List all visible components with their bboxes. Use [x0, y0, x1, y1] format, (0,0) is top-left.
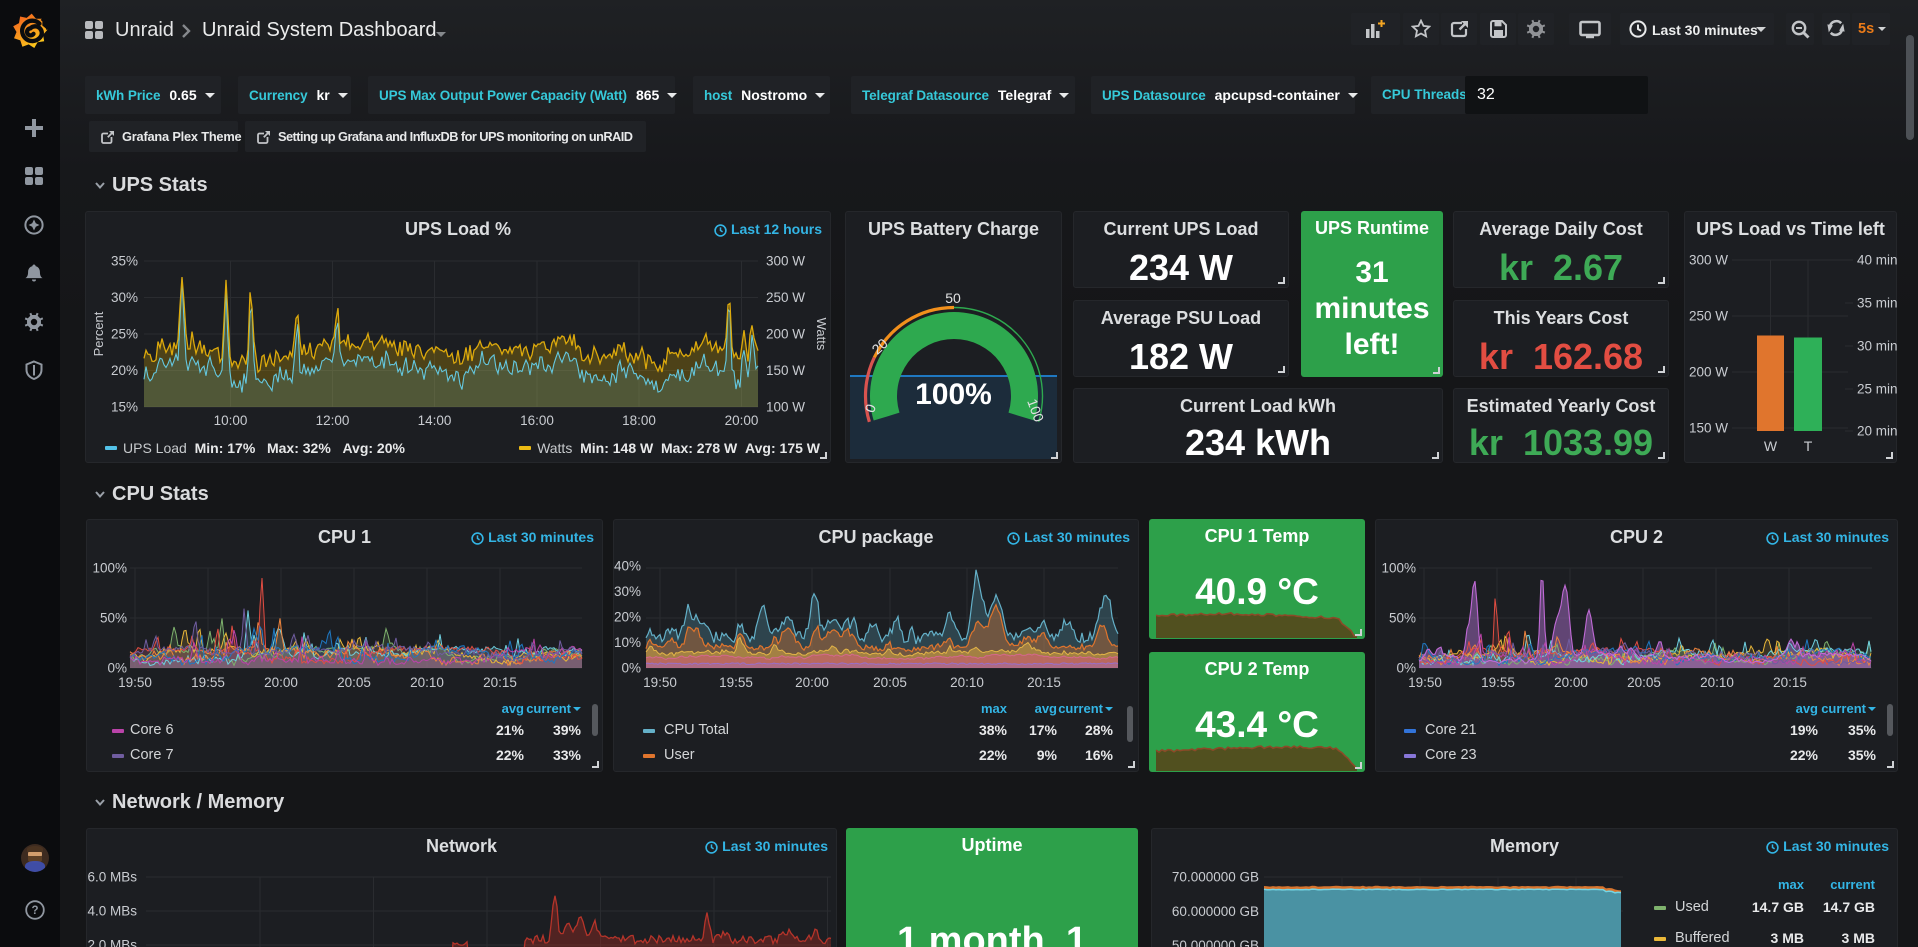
- svg-text:200 W: 200 W: [766, 327, 805, 342]
- svg-text:4.0 MBs: 4.0 MBs: [87, 904, 137, 919]
- svg-text:Percent: Percent: [91, 311, 106, 356]
- svg-text:10:00: 10:00: [214, 413, 248, 428]
- svg-text:50%: 50%: [1389, 611, 1416, 626]
- svg-text:30%: 30%: [111, 290, 138, 305]
- svg-text:20:00: 20:00: [795, 675, 829, 690]
- svg-text:300 W: 300 W: [1689, 253, 1728, 268]
- svg-text:20:10: 20:10: [410, 675, 444, 690]
- svg-text:T: T: [1804, 438, 1813, 454]
- svg-text:12:00: 12:00: [316, 413, 350, 428]
- svg-text:30%: 30%: [614, 584, 641, 599]
- svg-text:19:55: 19:55: [191, 675, 225, 690]
- svg-text:100 W: 100 W: [766, 400, 805, 415]
- svg-text:60.000000 GB: 60.000000 GB: [1172, 904, 1259, 919]
- svg-text:20 min: 20 min: [1857, 424, 1898, 439]
- svg-text:2.0 MBs: 2.0 MBs: [87, 938, 137, 947]
- svg-text:20:00: 20:00: [1554, 675, 1588, 690]
- svg-text:300 W: 300 W: [766, 254, 805, 269]
- svg-text:20:10: 20:10: [950, 675, 984, 690]
- svg-text:19:50: 19:50: [118, 675, 152, 690]
- svg-text:10%: 10%: [614, 635, 641, 650]
- svg-text:Watts: Watts: [814, 318, 829, 351]
- svg-text:W: W: [1764, 438, 1778, 454]
- svg-text:250 W: 250 W: [766, 290, 805, 305]
- svg-text:20:00: 20:00: [264, 675, 298, 690]
- svg-text:14:00: 14:00: [418, 413, 452, 428]
- svg-text:20:15: 20:15: [483, 675, 517, 690]
- svg-text:20:05: 20:05: [337, 675, 371, 690]
- svg-text:50.000000 GB: 50.000000 GB: [1172, 938, 1259, 947]
- svg-text:18:00: 18:00: [622, 413, 656, 428]
- svg-text:25 min: 25 min: [1857, 382, 1898, 397]
- svg-text:30 min: 30 min: [1857, 339, 1898, 354]
- svg-text:19:50: 19:50: [643, 675, 677, 690]
- svg-text:20:15: 20:15: [1027, 675, 1061, 690]
- svg-text:6.0 MBs: 6.0 MBs: [87, 870, 137, 885]
- svg-text:19:55: 19:55: [1481, 675, 1515, 690]
- svg-text:35%: 35%: [111, 254, 138, 269]
- svg-text:40%: 40%: [614, 559, 641, 574]
- svg-text:0%: 0%: [1396, 661, 1416, 676]
- svg-text:100%: 100%: [1381, 561, 1416, 576]
- svg-text:19:55: 19:55: [719, 675, 753, 690]
- svg-text:20:15: 20:15: [1773, 675, 1807, 690]
- svg-text:16:00: 16:00: [520, 413, 554, 428]
- svg-text:40 min: 40 min: [1857, 253, 1898, 268]
- svg-text:20:05: 20:05: [1627, 675, 1661, 690]
- svg-text:15%: 15%: [111, 400, 138, 415]
- svg-text:20%: 20%: [614, 610, 641, 625]
- svg-text:20:00: 20:00: [725, 413, 759, 428]
- svg-text:20:05: 20:05: [873, 675, 907, 690]
- svg-text:50%: 50%: [100, 611, 127, 626]
- svg-text:70.000000 GB: 70.000000 GB: [1172, 870, 1259, 885]
- svg-text:19:50: 19:50: [1408, 675, 1442, 690]
- svg-text:0%: 0%: [107, 661, 127, 676]
- svg-text:20:10: 20:10: [1700, 675, 1734, 690]
- svg-text:200 W: 200 W: [1689, 365, 1728, 380]
- svg-text:150 W: 150 W: [766, 363, 805, 378]
- svg-text:150 W: 150 W: [1689, 421, 1728, 436]
- svg-text:50: 50: [945, 290, 961, 306]
- svg-text:100%: 100%: [92, 561, 127, 576]
- svg-text:20%: 20%: [111, 363, 138, 378]
- svg-text:?: ?: [31, 905, 38, 917]
- svg-text:250 W: 250 W: [1689, 309, 1728, 324]
- svg-text:35 min: 35 min: [1857, 296, 1898, 311]
- svg-text:0%: 0%: [621, 661, 641, 676]
- svg-text:25%: 25%: [111, 327, 138, 342]
